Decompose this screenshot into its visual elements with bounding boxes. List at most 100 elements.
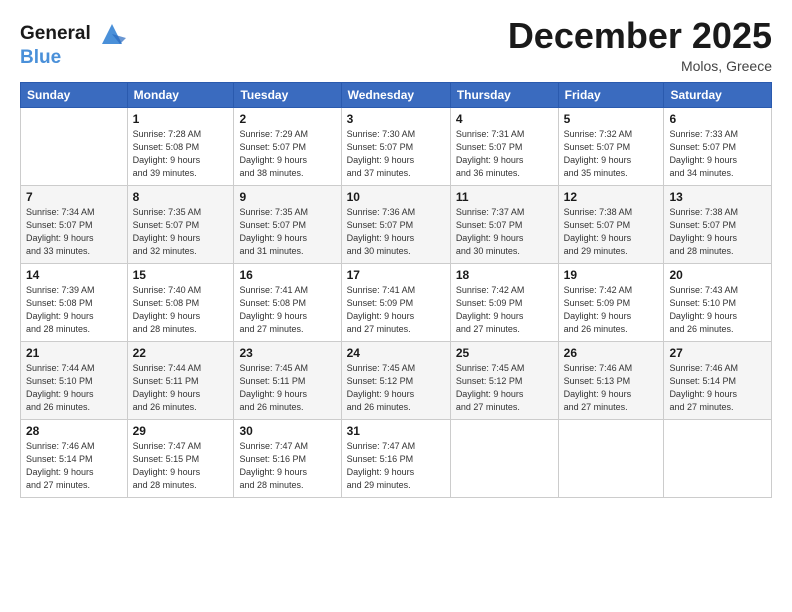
calendar: SundayMondayTuesdayWednesdayThursdayFrid… bbox=[20, 82, 772, 498]
day-number: 25 bbox=[456, 346, 553, 360]
day-number: 31 bbox=[347, 424, 445, 438]
day-info: Sunrise: 7:43 AM Sunset: 5:10 PM Dayligh… bbox=[669, 284, 766, 336]
calendar-header-row: SundayMondayTuesdayWednesdayThursdayFrid… bbox=[21, 82, 772, 107]
calendar-cell: 22 Sunrise: 7:44 AM Sunset: 5:11 PM Dayli… bbox=[127, 341, 234, 419]
day-number: 26 bbox=[564, 346, 659, 360]
calendar-cell: 10 Sunrise: 7:36 AM Sunset: 5:07 PM Dayli… bbox=[341, 185, 450, 263]
day-number: 28 bbox=[26, 424, 122, 438]
day-number: 2 bbox=[239, 112, 335, 126]
calendar-cell: 19 Sunrise: 7:42 AM Sunset: 5:09 PM Dayli… bbox=[558, 263, 664, 341]
calendar-cell: 25 Sunrise: 7:45 AM Sunset: 5:12 PM Dayli… bbox=[450, 341, 558, 419]
calendar-cell: 17 Sunrise: 7:41 AM Sunset: 5:09 PM Dayli… bbox=[341, 263, 450, 341]
day-number: 29 bbox=[133, 424, 229, 438]
day-info: Sunrise: 7:47 AM Sunset: 5:16 PM Dayligh… bbox=[347, 440, 445, 492]
day-number: 9 bbox=[239, 190, 335, 204]
title-block: December 2025 Molos, Greece bbox=[508, 16, 772, 74]
day-number: 12 bbox=[564, 190, 659, 204]
day-info: Sunrise: 7:36 AM Sunset: 5:07 PM Dayligh… bbox=[347, 206, 445, 258]
day-info: Sunrise: 7:31 AM Sunset: 5:07 PM Dayligh… bbox=[456, 128, 553, 180]
calendar-cell: 7 Sunrise: 7:34 AM Sunset: 5:07 PM Daylig… bbox=[21, 185, 128, 263]
calendar-cell bbox=[450, 419, 558, 497]
week-row-3: 14Sunrise: 7:39 AM Sunset: 5:08 PM Dayli… bbox=[21, 263, 772, 341]
header: General Blue December 2025 Molos, Greece bbox=[20, 16, 772, 74]
logo-blue: Blue bbox=[20, 48, 126, 69]
day-number: 21 bbox=[26, 346, 122, 360]
week-row-5: 28 Sunrise: 7:46 AM Sunset: 5:14 PM Dayli… bbox=[21, 419, 772, 497]
calendar-cell bbox=[21, 107, 128, 185]
weekday-header-tuesday: Tuesday bbox=[234, 82, 341, 107]
calendar-cell: 11 Sunrise: 7:37 AM Sunset: 5:07 PM Dayli… bbox=[450, 185, 558, 263]
weekday-header-thursday: Thursday bbox=[450, 82, 558, 107]
day-info: Sunrise: 7:39 AM Sunset: 5:08 PM Dayligh… bbox=[26, 284, 122, 336]
calendar-cell: 2Sunrise: 7:29 AM Sunset: 5:07 PM Daylig… bbox=[234, 107, 341, 185]
calendar-cell: 13Sunrise: 7:38 AM Sunset: 5:07 PM Dayli… bbox=[664, 185, 772, 263]
calendar-cell: 21 Sunrise: 7:44 AM Sunset: 5:10 PM Dayli… bbox=[21, 341, 128, 419]
day-info: Sunrise: 7:47 AM Sunset: 5:16 PM Dayligh… bbox=[239, 440, 335, 492]
calendar-cell: 26 Sunrise: 7:46 AM Sunset: 5:13 PM Dayli… bbox=[558, 341, 664, 419]
day-number: 8 bbox=[133, 190, 229, 204]
day-number: 10 bbox=[347, 190, 445, 204]
calendar-cell: 28 Sunrise: 7:46 AM Sunset: 5:14 PM Dayli… bbox=[21, 419, 128, 497]
day-number: 22 bbox=[133, 346, 229, 360]
day-info: Sunrise: 7:45 AM Sunset: 5:12 PM Dayligh… bbox=[456, 362, 553, 414]
day-number: 23 bbox=[239, 346, 335, 360]
day-info: Sunrise: 7:42 AM Sunset: 5:09 PM Dayligh… bbox=[564, 284, 659, 336]
day-info: Sunrise: 7:45 AM Sunset: 5:11 PM Dayligh… bbox=[239, 362, 335, 414]
day-number: 16 bbox=[239, 268, 335, 282]
calendar-cell: 8 Sunrise: 7:35 AM Sunset: 5:07 PM Daylig… bbox=[127, 185, 234, 263]
calendar-cell: 5 Sunrise: 7:32 AM Sunset: 5:07 PM Daylig… bbox=[558, 107, 664, 185]
day-info: Sunrise: 7:44 AM Sunset: 5:11 PM Dayligh… bbox=[133, 362, 229, 414]
day-info: Sunrise: 7:35 AM Sunset: 5:07 PM Dayligh… bbox=[239, 206, 335, 258]
day-number: 19 bbox=[564, 268, 659, 282]
day-number: 24 bbox=[347, 346, 445, 360]
calendar-cell: 12 Sunrise: 7:38 AM Sunset: 5:07 PM Dayli… bbox=[558, 185, 664, 263]
day-info: Sunrise: 7:33 AM Sunset: 5:07 PM Dayligh… bbox=[669, 128, 766, 180]
day-number: 11 bbox=[456, 190, 553, 204]
day-number: 5 bbox=[564, 112, 659, 126]
month-title: December 2025 bbox=[508, 16, 772, 56]
logo-text: General bbox=[20, 20, 126, 48]
day-info: Sunrise: 7:38 AM Sunset: 5:07 PM Dayligh… bbox=[564, 206, 659, 258]
day-info: Sunrise: 7:44 AM Sunset: 5:10 PM Dayligh… bbox=[26, 362, 122, 414]
calendar-cell: 30 Sunrise: 7:47 AM Sunset: 5:16 PM Dayli… bbox=[234, 419, 341, 497]
day-number: 3 bbox=[347, 112, 445, 126]
day-info: Sunrise: 7:41 AM Sunset: 5:08 PM Dayligh… bbox=[239, 284, 335, 336]
calendar-cell: 9 Sunrise: 7:35 AM Sunset: 5:07 PM Daylig… bbox=[234, 185, 341, 263]
day-number: 17 bbox=[347, 268, 445, 282]
weekday-header-sunday: Sunday bbox=[21, 82, 128, 107]
week-row-1: 1Sunrise: 7:28 AM Sunset: 5:08 PM Daylig… bbox=[21, 107, 772, 185]
day-number: 6 bbox=[669, 112, 766, 126]
day-info: Sunrise: 7:41 AM Sunset: 5:09 PM Dayligh… bbox=[347, 284, 445, 336]
day-info: Sunrise: 7:47 AM Sunset: 5:15 PM Dayligh… bbox=[133, 440, 229, 492]
day-info: Sunrise: 7:32 AM Sunset: 5:07 PM Dayligh… bbox=[564, 128, 659, 180]
calendar-cell: 16 Sunrise: 7:41 AM Sunset: 5:08 PM Dayli… bbox=[234, 263, 341, 341]
calendar-cell: 20 Sunrise: 7:43 AM Sunset: 5:10 PM Dayli… bbox=[664, 263, 772, 341]
logo-icon bbox=[98, 20, 126, 48]
day-info: Sunrise: 7:45 AM Sunset: 5:12 PM Dayligh… bbox=[347, 362, 445, 414]
logo: General Blue bbox=[20, 20, 126, 69]
page: General Blue December 2025 Molos, Greece… bbox=[0, 0, 792, 612]
day-number: 7 bbox=[26, 190, 122, 204]
calendar-cell: 15Sunrise: 7:40 AM Sunset: 5:08 PM Dayli… bbox=[127, 263, 234, 341]
day-info: Sunrise: 7:30 AM Sunset: 5:07 PM Dayligh… bbox=[347, 128, 445, 180]
day-info: Sunrise: 7:40 AM Sunset: 5:08 PM Dayligh… bbox=[133, 284, 229, 336]
weekday-header-wednesday: Wednesday bbox=[341, 82, 450, 107]
weekday-header-saturday: Saturday bbox=[664, 82, 772, 107]
weekday-header-monday: Monday bbox=[127, 82, 234, 107]
calendar-cell: 27 Sunrise: 7:46 AM Sunset: 5:14 PM Dayli… bbox=[664, 341, 772, 419]
day-info: Sunrise: 7:46 AM Sunset: 5:14 PM Dayligh… bbox=[669, 362, 766, 414]
day-number: 27 bbox=[669, 346, 766, 360]
calendar-cell: 6 Sunrise: 7:33 AM Sunset: 5:07 PM Daylig… bbox=[664, 107, 772, 185]
day-number: 30 bbox=[239, 424, 335, 438]
day-info: Sunrise: 7:46 AM Sunset: 5:14 PM Dayligh… bbox=[26, 440, 122, 492]
day-info: Sunrise: 7:34 AM Sunset: 5:07 PM Dayligh… bbox=[26, 206, 122, 258]
day-info: Sunrise: 7:37 AM Sunset: 5:07 PM Dayligh… bbox=[456, 206, 553, 258]
day-info: Sunrise: 7:35 AM Sunset: 5:07 PM Dayligh… bbox=[133, 206, 229, 258]
calendar-cell: 4Sunrise: 7:31 AM Sunset: 5:07 PM Daylig… bbox=[450, 107, 558, 185]
calendar-cell: 1Sunrise: 7:28 AM Sunset: 5:08 PM Daylig… bbox=[127, 107, 234, 185]
day-info: Sunrise: 7:46 AM Sunset: 5:13 PM Dayligh… bbox=[564, 362, 659, 414]
day-number: 20 bbox=[669, 268, 766, 282]
location: Molos, Greece bbox=[508, 58, 772, 74]
calendar-cell: 3 Sunrise: 7:30 AM Sunset: 5:07 PM Daylig… bbox=[341, 107, 450, 185]
day-info: Sunrise: 7:38 AM Sunset: 5:07 PM Dayligh… bbox=[669, 206, 766, 258]
